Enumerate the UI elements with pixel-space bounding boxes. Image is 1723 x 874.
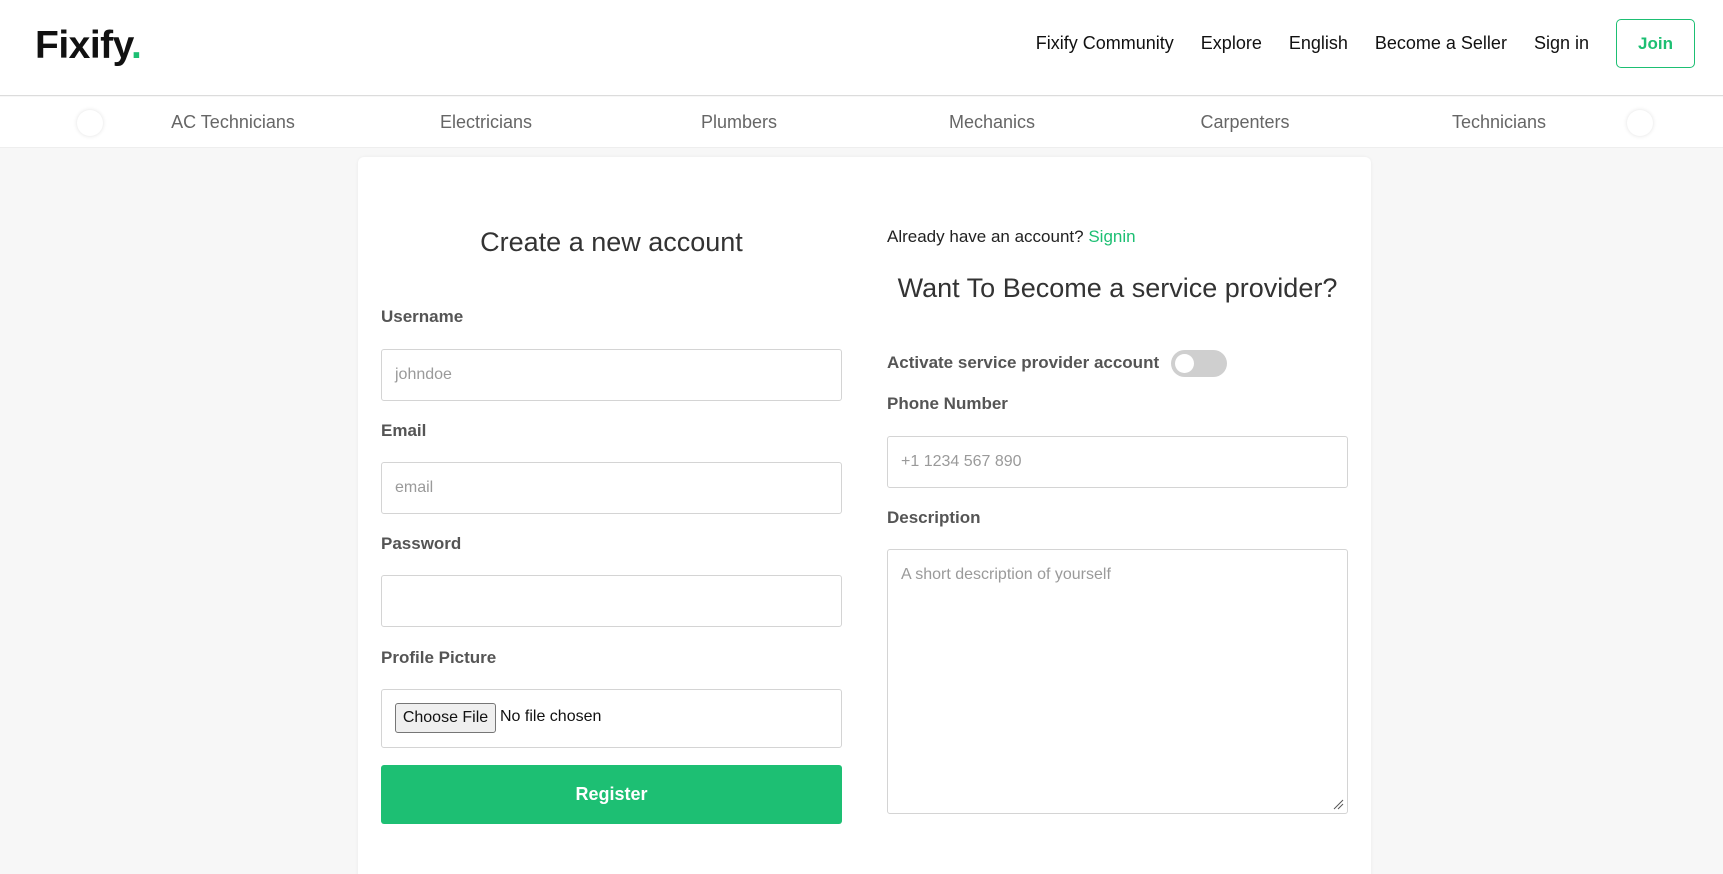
- nav-fixify-community[interactable]: Fixify Community: [1036, 33, 1174, 54]
- main-nav: Fixify Community Explore English Become …: [1009, 19, 1695, 68]
- nav-become-seller[interactable]: Become a Seller: [1375, 33, 1507, 54]
- password-input[interactable]: [381, 575, 842, 627]
- username-label: Username: [381, 307, 464, 326]
- signin-prompt: Already have an account? Signin: [887, 227, 1136, 247]
- description-textarea[interactable]: A short description of yourself: [887, 549, 1348, 814]
- activate-provider-row: Activate service provider account: [887, 349, 1228, 377]
- category-mechanics[interactable]: Mechanics: [892, 112, 1092, 133]
- category-carpenters[interactable]: Carpenters: [1145, 112, 1345, 133]
- description-label: Description: [887, 508, 981, 527]
- phone-number-input[interactable]: +1 1234 567 890: [887, 436, 1348, 488]
- nav-sign-in[interactable]: Sign in: [1534, 33, 1589, 54]
- profile-picture-input[interactable]: Choose File No file chosen: [381, 689, 842, 748]
- register-card: Create a new account Username johndoe Em…: [358, 157, 1371, 874]
- category-bar: AC Technicians Electricians Plumbers Mec…: [0, 97, 1723, 148]
- already-have-account-text: Already have an account?: [887, 227, 1084, 246]
- profile-picture-label: Profile Picture: [381, 648, 497, 667]
- resize-grip-icon[interactable]: [1332, 798, 1344, 810]
- logo-dot: .: [130, 24, 142, 67]
- password-label: Password: [381, 534, 462, 553]
- signin-link[interactable]: Signin: [1088, 227, 1135, 246]
- top-navbar: Fixify. Fixify Community Explore English…: [0, 0, 1723, 96]
- logo-text: Fixify: [35, 24, 131, 67]
- category-electricians[interactable]: Electricians: [386, 112, 586, 133]
- email-input[interactable]: email: [381, 462, 842, 514]
- activate-provider-label: Activate service provider account: [887, 353, 1160, 372]
- nav-explore[interactable]: Explore: [1201, 33, 1262, 54]
- nav-language[interactable]: English: [1289, 33, 1348, 54]
- category-scroll-right-button[interactable]: [1627, 110, 1653, 136]
- register-button[interactable]: Register: [381, 765, 842, 824]
- description-placeholder: A short description of yourself: [901, 566, 1111, 583]
- join-button[interactable]: Join: [1616, 19, 1695, 68]
- username-placeholder: johndoe: [395, 366, 452, 383]
- choose-file-button[interactable]: Choose File: [395, 703, 496, 733]
- email-placeholder: email: [395, 479, 434, 496]
- email-label: Email: [381, 421, 427, 440]
- phone-placeholder: +1 1234 567 890: [901, 453, 1022, 470]
- phone-number-label: Phone Number: [887, 394, 1008, 413]
- category-technicians[interactable]: Technicians: [1399, 112, 1599, 133]
- toggle-knob: [1175, 353, 1195, 373]
- form-title: Create a new account: [480, 227, 743, 257]
- provider-title: Want To Become a service provider?: [897, 273, 1338, 303]
- activate-provider-toggle[interactable]: [1171, 349, 1228, 377]
- category-ac-technicians[interactable]: AC Technicians: [133, 112, 333, 133]
- category-scroll-left-button[interactable]: [77, 110, 103, 136]
- file-status-text: No file chosen: [500, 708, 602, 725]
- username-input[interactable]: johndoe: [381, 349, 842, 401]
- category-plumbers[interactable]: Plumbers: [639, 112, 839, 133]
- fixify-logo[interactable]: Fixify.: [35, 24, 142, 68]
